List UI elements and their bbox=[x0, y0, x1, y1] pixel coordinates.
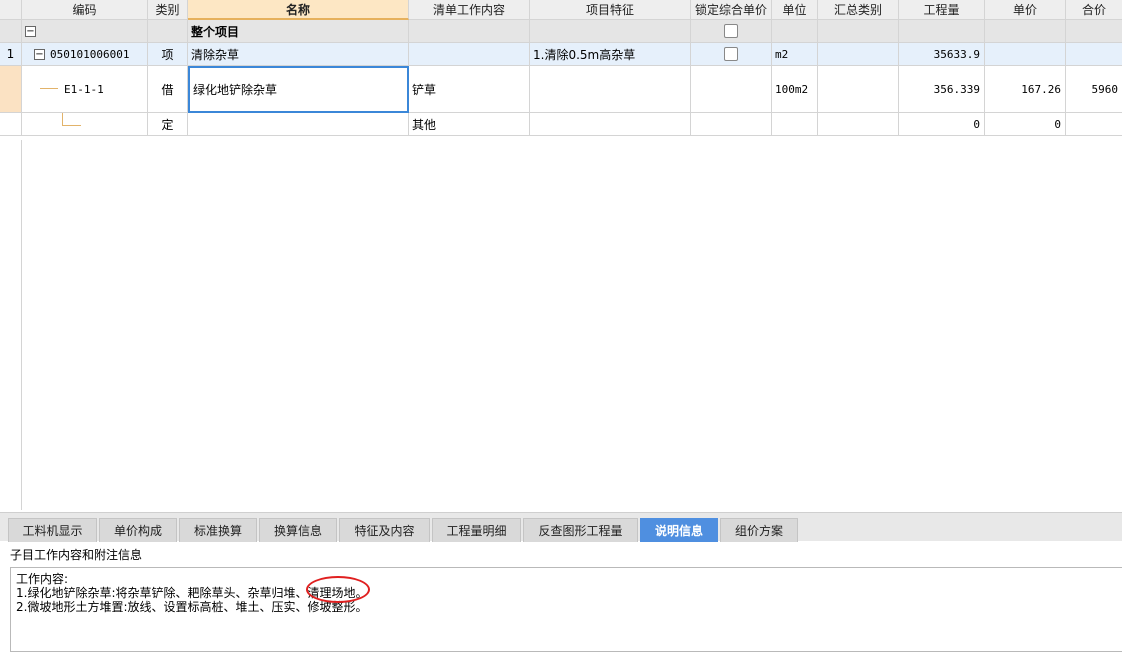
highlight-annotation-circle bbox=[306, 576, 370, 603]
row-summary-type[interactable] bbox=[818, 43, 899, 66]
col-header-summary-type[interactable]: 汇总类别 bbox=[818, 0, 899, 20]
tree-connector bbox=[62, 113, 81, 126]
col-header-total[interactable]: 合价 bbox=[1066, 0, 1122, 20]
row-quantity[interactable]: 35633.9 bbox=[899, 43, 985, 66]
row-type[interactable]: 项 bbox=[148, 43, 188, 66]
row-unit-price[interactable] bbox=[985, 20, 1066, 43]
row-header-strip bbox=[0, 140, 22, 510]
row-code-cell[interactable]: E1-1-1 bbox=[22, 66, 148, 113]
tab-conversion-info[interactable]: 换算信息 bbox=[259, 518, 337, 542]
row-feature[interactable] bbox=[530, 20, 691, 43]
row-unit-price[interactable]: 0 bbox=[985, 113, 1066, 136]
panel-title: 子目工作内容和附注信息 bbox=[10, 548, 143, 562]
col-header-feature[interactable]: 项目特征 bbox=[530, 0, 691, 20]
tab-description-info[interactable]: 说明信息 bbox=[640, 518, 718, 542]
col-header-name[interactable]: 名称 bbox=[188, 0, 409, 20]
row-work-content[interactable]: 铲草 bbox=[409, 66, 530, 113]
description-line: 2.微坡地形土方堆置:放线、设置标高桩、堆土、压实、修坡整形。 bbox=[16, 600, 368, 614]
col-header-quantity[interactable]: 工程量 bbox=[899, 0, 985, 20]
row-number[interactable] bbox=[0, 113, 22, 136]
grid-header: 编码 类别 名称 清单工作内容 项目特征 锁定综合单价 单位 汇总类别 工程量 … bbox=[0, 0, 1122, 20]
row-code-cell[interactable]: −050101006001 bbox=[22, 43, 148, 66]
row-feature[interactable] bbox=[530, 66, 691, 113]
row-quantity[interactable]: 356.339 bbox=[899, 66, 985, 113]
row-number[interactable]: 1 bbox=[0, 43, 22, 66]
row-work-content[interactable] bbox=[409, 43, 530, 66]
col-header-unit-price[interactable]: 单价 bbox=[985, 0, 1066, 20]
description-line: 1.绿化地铲除杂草:将杂草铲除、耙除草头、杂草归堆、清理场地。 bbox=[16, 586, 368, 600]
table-row[interactable]: 定 其他 0 0 bbox=[0, 113, 1122, 136]
table-row[interactable]: E1-1-1 借 绿化地铲除杂草 铲草 100m2 356.339 167.26… bbox=[0, 66, 1122, 113]
row-quantity[interactable] bbox=[899, 20, 985, 43]
table-row[interactable]: − 整个项目 bbox=[0, 20, 1122, 43]
row-name[interactable]: 清除杂草 bbox=[188, 43, 409, 66]
row-name[interactable] bbox=[188, 113, 409, 136]
row-feature[interactable] bbox=[530, 113, 691, 136]
row-unit-price[interactable]: 167.26 bbox=[985, 66, 1066, 113]
row-total[interactable] bbox=[1066, 43, 1122, 66]
row-summary-type[interactable] bbox=[818, 20, 899, 43]
row-total[interactable]: 5960 bbox=[1066, 66, 1122, 113]
header-corner[interactable] bbox=[0, 0, 22, 20]
tab-standard-conversion[interactable]: 标准换算 bbox=[179, 518, 257, 542]
row-total[interactable] bbox=[1066, 20, 1122, 43]
row-code: E1-1-1 bbox=[64, 82, 104, 96]
row-work-content[interactable]: 其他 bbox=[409, 113, 530, 136]
col-header-code[interactable]: 编码 bbox=[22, 0, 148, 20]
row-lock-price[interactable] bbox=[691, 20, 772, 43]
tab-pricing-scheme[interactable]: 组价方案 bbox=[720, 518, 798, 542]
row-number[interactable] bbox=[0, 66, 22, 113]
col-header-unit[interactable]: 单位 bbox=[772, 0, 818, 20]
col-header-type[interactable]: 类别 bbox=[148, 0, 188, 20]
row-quantity[interactable]: 0 bbox=[899, 113, 985, 136]
row-unit[interactable]: 100m2 bbox=[772, 66, 818, 113]
row-summary-type[interactable] bbox=[818, 113, 899, 136]
description-textarea[interactable]: 工作内容: 1.绿化地铲除杂草:将杂草铲除、耙除草头、杂草归堆、清理场地。 2.… bbox=[10, 567, 1122, 652]
row-work-content[interactable] bbox=[409, 20, 530, 43]
description-line: 工作内容: bbox=[16, 572, 69, 586]
lock-price-checkbox[interactable] bbox=[724, 47, 738, 61]
row-type[interactable]: 定 bbox=[148, 113, 188, 136]
row-unit[interactable] bbox=[772, 113, 818, 136]
row-type[interactable]: 借 bbox=[148, 66, 188, 113]
row-lock-price[interactable] bbox=[691, 113, 772, 136]
table-row[interactable]: 1 −050101006001 项 清除杂草 1.清除0.5m高杂草 m2 35… bbox=[0, 43, 1122, 66]
lock-price-checkbox[interactable] bbox=[724, 24, 738, 38]
row-code: 050101006001 bbox=[50, 47, 130, 61]
bottom-tab-bar: 工料机显示 单价构成 标准换算 换算信息 特征及内容 工程量明细 反查图形工程量… bbox=[0, 512, 1122, 542]
tab-quantity-detail[interactable]: 工程量明细 bbox=[432, 518, 521, 542]
tab-labor-material-machine[interactable]: 工料机显示 bbox=[8, 518, 97, 542]
row-type[interactable] bbox=[148, 20, 188, 43]
tab-unit-price-composition[interactable]: 单价构成 bbox=[99, 518, 177, 542]
row-unit-price[interactable] bbox=[985, 43, 1066, 66]
tab-reverse-graphic-quantity[interactable]: 反查图形工程量 bbox=[523, 518, 638, 542]
row-unit[interactable] bbox=[772, 20, 818, 43]
row-code-cell[interactable] bbox=[22, 113, 148, 136]
row-total[interactable] bbox=[1066, 113, 1122, 136]
row-summary-type[interactable] bbox=[818, 66, 899, 113]
row-lock-price[interactable] bbox=[691, 66, 772, 113]
row-number[interactable] bbox=[0, 20, 22, 43]
bill-grid: 编码 类别 名称 清单工作内容 项目特征 锁定综合单价 单位 汇总类别 工程量 … bbox=[0, 0, 1122, 140]
col-header-lock-price[interactable]: 锁定综合单价 bbox=[691, 0, 772, 20]
row-code-cell[interactable]: − bbox=[22, 20, 148, 43]
row-name-editing[interactable]: 绿化地铲除杂草 bbox=[188, 66, 409, 113]
tree-connector bbox=[40, 88, 58, 90]
col-header-work-content[interactable]: 清单工作内容 bbox=[409, 0, 530, 20]
collapse-icon[interactable]: − bbox=[34, 48, 45, 60]
row-name[interactable]: 整个项目 bbox=[188, 20, 409, 43]
row-lock-price[interactable] bbox=[691, 43, 772, 66]
row-feature[interactable]: 1.清除0.5m高杂草 bbox=[530, 43, 691, 66]
row-unit[interactable]: m2 bbox=[772, 43, 818, 66]
collapse-icon[interactable]: − bbox=[25, 25, 36, 37]
tab-features-content[interactable]: 特征及内容 bbox=[339, 518, 430, 542]
